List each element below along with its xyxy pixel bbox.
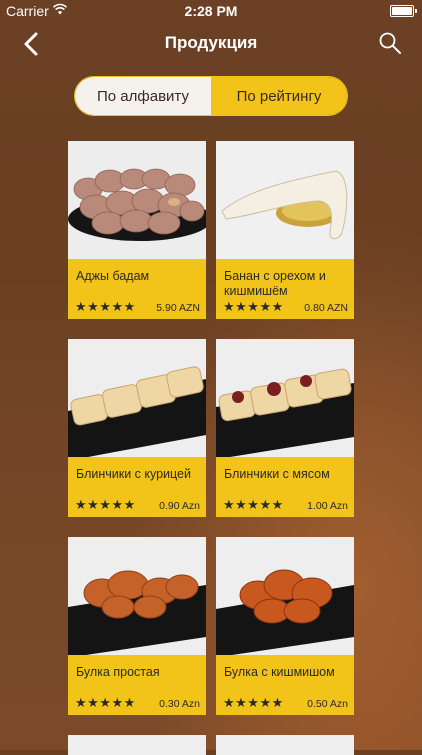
product-price: 0.30 Azn (159, 698, 200, 710)
rating-stars: ★★★★★ (75, 299, 136, 314)
product-card[interactable]: Блинчики с мясом ★★★★★ 1.00 Azn (216, 339, 354, 517)
rating-stars: ★★★★★ (223, 497, 284, 512)
product-photo (68, 141, 206, 259)
product-name: Банан с орехом и кишмишём (224, 269, 326, 298)
product-card-partial[interactable] (216, 735, 354, 755)
product-photo (68, 537, 206, 655)
rating-stars: ★★★★★ (75, 695, 136, 710)
product-photo (216, 141, 354, 259)
product-photo (216, 339, 354, 457)
product-name: Блинчики с курицей (76, 467, 191, 481)
product-price: 0.50 Azn (307, 698, 348, 710)
product-card[interactable]: Булка простая ★★★★★ 0.30 Azn (68, 537, 206, 715)
rating-stars: ★★★★★ (75, 497, 136, 512)
product-photo (216, 537, 354, 655)
product-card[interactable]: Булка с кишмишом ★★★★★ 0.50 Azn (216, 537, 354, 715)
product-photo (68, 735, 206, 755)
product-price: 5.90 AZN (156, 302, 200, 314)
product-name: Аджы бадам (76, 269, 150, 283)
product-price: 0.80 AZN (304, 302, 348, 314)
product-card[interactable]: Банан с орехом и кишмишём ★★★★★ 0.80 AZN (216, 141, 354, 319)
status-bar: Carrier 2:28 PM (0, 0, 422, 22)
product-name: Булка простая (76, 665, 160, 679)
product-price: 1.00 Azn (307, 500, 348, 512)
navigation-bar: Продукция (0, 22, 422, 66)
product-card-partial[interactable] (68, 735, 206, 755)
product-name: Блинчики с мясом (224, 467, 330, 481)
product-price: 0.90 Azn (159, 500, 200, 512)
sort-rating-tab[interactable]: По рейтингу (211, 77, 347, 115)
rating-stars: ★★★★★ (223, 299, 284, 314)
product-photo (68, 339, 206, 457)
product-photo (216, 735, 354, 755)
status-time: 2:28 PM (184, 3, 238, 19)
search-icon[interactable] (378, 31, 402, 55)
product-name: Булка с кишмишом (224, 665, 335, 679)
product-card[interactable]: Блинчики с курицей ★★★★★ 0.90 Azn (68, 339, 206, 517)
battery-icon (390, 5, 417, 17)
product-card[interactable]: Аджы бадам ★★★★★ 5.90 AZN (68, 141, 206, 319)
rating-stars: ★★★★★ (223, 695, 284, 710)
sort-alphabet-tab[interactable]: По алфавиту (75, 77, 211, 115)
page-title: Продукция (164, 33, 258, 52)
sort-segmented-control: По алфавиту По рейтингу (74, 76, 348, 116)
